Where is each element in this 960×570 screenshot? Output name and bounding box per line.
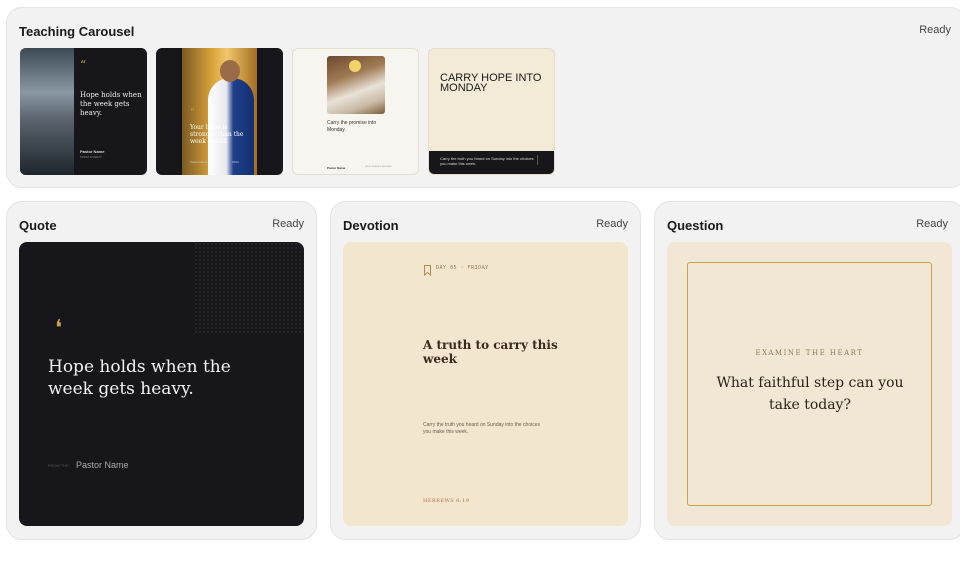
- panel-title: Question: [667, 218, 724, 233]
- status-badge: Ready: [596, 218, 628, 230]
- panel-title: Devotion: [343, 218, 399, 233]
- devotion-headline: A truth to carry this week: [423, 338, 558, 366]
- slide-name: Pastor Name: [327, 166, 346, 170]
- slide-quote: Your hope is stronger than the week ahea…: [190, 124, 244, 145]
- carousel-slide-4[interactable]: CARRY HOPE INTO MONDAY Carry the truth y…: [428, 48, 555, 175]
- day-label: DAY 05 · FRIDAY: [436, 265, 489, 271]
- teaching-carousel-panel: Teaching Carousel Ready “ Hope holds whe…: [6, 7, 960, 188]
- panel-title: Quote: [19, 218, 57, 233]
- slide-sub: FROM SUNDAY: [80, 155, 102, 159]
- slide-footer-divider: [537, 155, 538, 165]
- slide-footer-right: 2024: [232, 160, 239, 164]
- quote-card[interactable]: ❛ Hope holds when the week gets heavy. F…: [19, 242, 304, 526]
- panel-title: Teaching Carousel: [19, 24, 135, 39]
- quote-text: Hope holds when the week gets heavy.: [48, 357, 231, 399]
- slide-footer-left: Pastor Name: [190, 160, 208, 164]
- carousel-slide-2[interactable]: “ Your hope is stronger than the week ah…: [156, 48, 283, 175]
- slide-name: Pastor Name: [80, 149, 105, 154]
- slide-headline: CARRY HOPE INTO MONDAY: [440, 72, 542, 94]
- name-prefix: FROM THE: [48, 463, 69, 468]
- slide-footer-text: Carry the truth you heard on Sunday into…: [440, 156, 534, 166]
- quote-mark-icon: ❛: [55, 316, 63, 341]
- quote-mark: “: [190, 108, 195, 118]
- bookmark-icon: [424, 263, 431, 277]
- slide-text: Carry the promise into Monday.: [327, 120, 377, 133]
- status-badge: Ready: [272, 218, 304, 230]
- slide-fine-print: FROM SUNDAY'S MESSAGE: [365, 166, 392, 168]
- carousel-slide-3[interactable]: Carry the promise into Monday. Pastor Na…: [292, 48, 419, 175]
- devotion-body: Carry the truth you heard on Sunday into…: [423, 422, 541, 435]
- question-text: What faithful step can you take today?: [716, 375, 904, 413]
- carousel-slide-1[interactable]: “ Hope holds when the week gets heavy. P…: [20, 48, 147, 175]
- pastor-head: [220, 60, 240, 82]
- quote-panel: Quote Ready ❛ Hope holds when the week g…: [6, 201, 317, 540]
- question-panel: Question Ready EXAMINE THE HEART What fa…: [654, 201, 960, 540]
- pastor-name: Pastor Name: [76, 460, 129, 470]
- devotion-panel: Devotion Ready DAY 05 · FRIDAY A truth t…: [330, 201, 641, 540]
- question-card[interactable]: EXAMINE THE HEART What faithful step can…: [667, 242, 952, 526]
- status-badge: Ready: [916, 218, 948, 230]
- slide-quote: Hope holds when the week gets heavy.: [80, 91, 142, 117]
- question-eyebrow: EXAMINE THE HEART: [755, 349, 864, 357]
- devotion-card[interactable]: DAY 05 · FRIDAY A truth to carry this we…: [343, 242, 628, 526]
- sky-photo: [20, 48, 74, 175]
- quote-mark: “: [80, 58, 87, 72]
- photo-highlight: [349, 60, 361, 72]
- status-badge: Ready: [919, 24, 951, 36]
- scripture-reference: HEBREWS 6:19: [423, 498, 470, 504]
- texture-pattern: [194, 242, 304, 334]
